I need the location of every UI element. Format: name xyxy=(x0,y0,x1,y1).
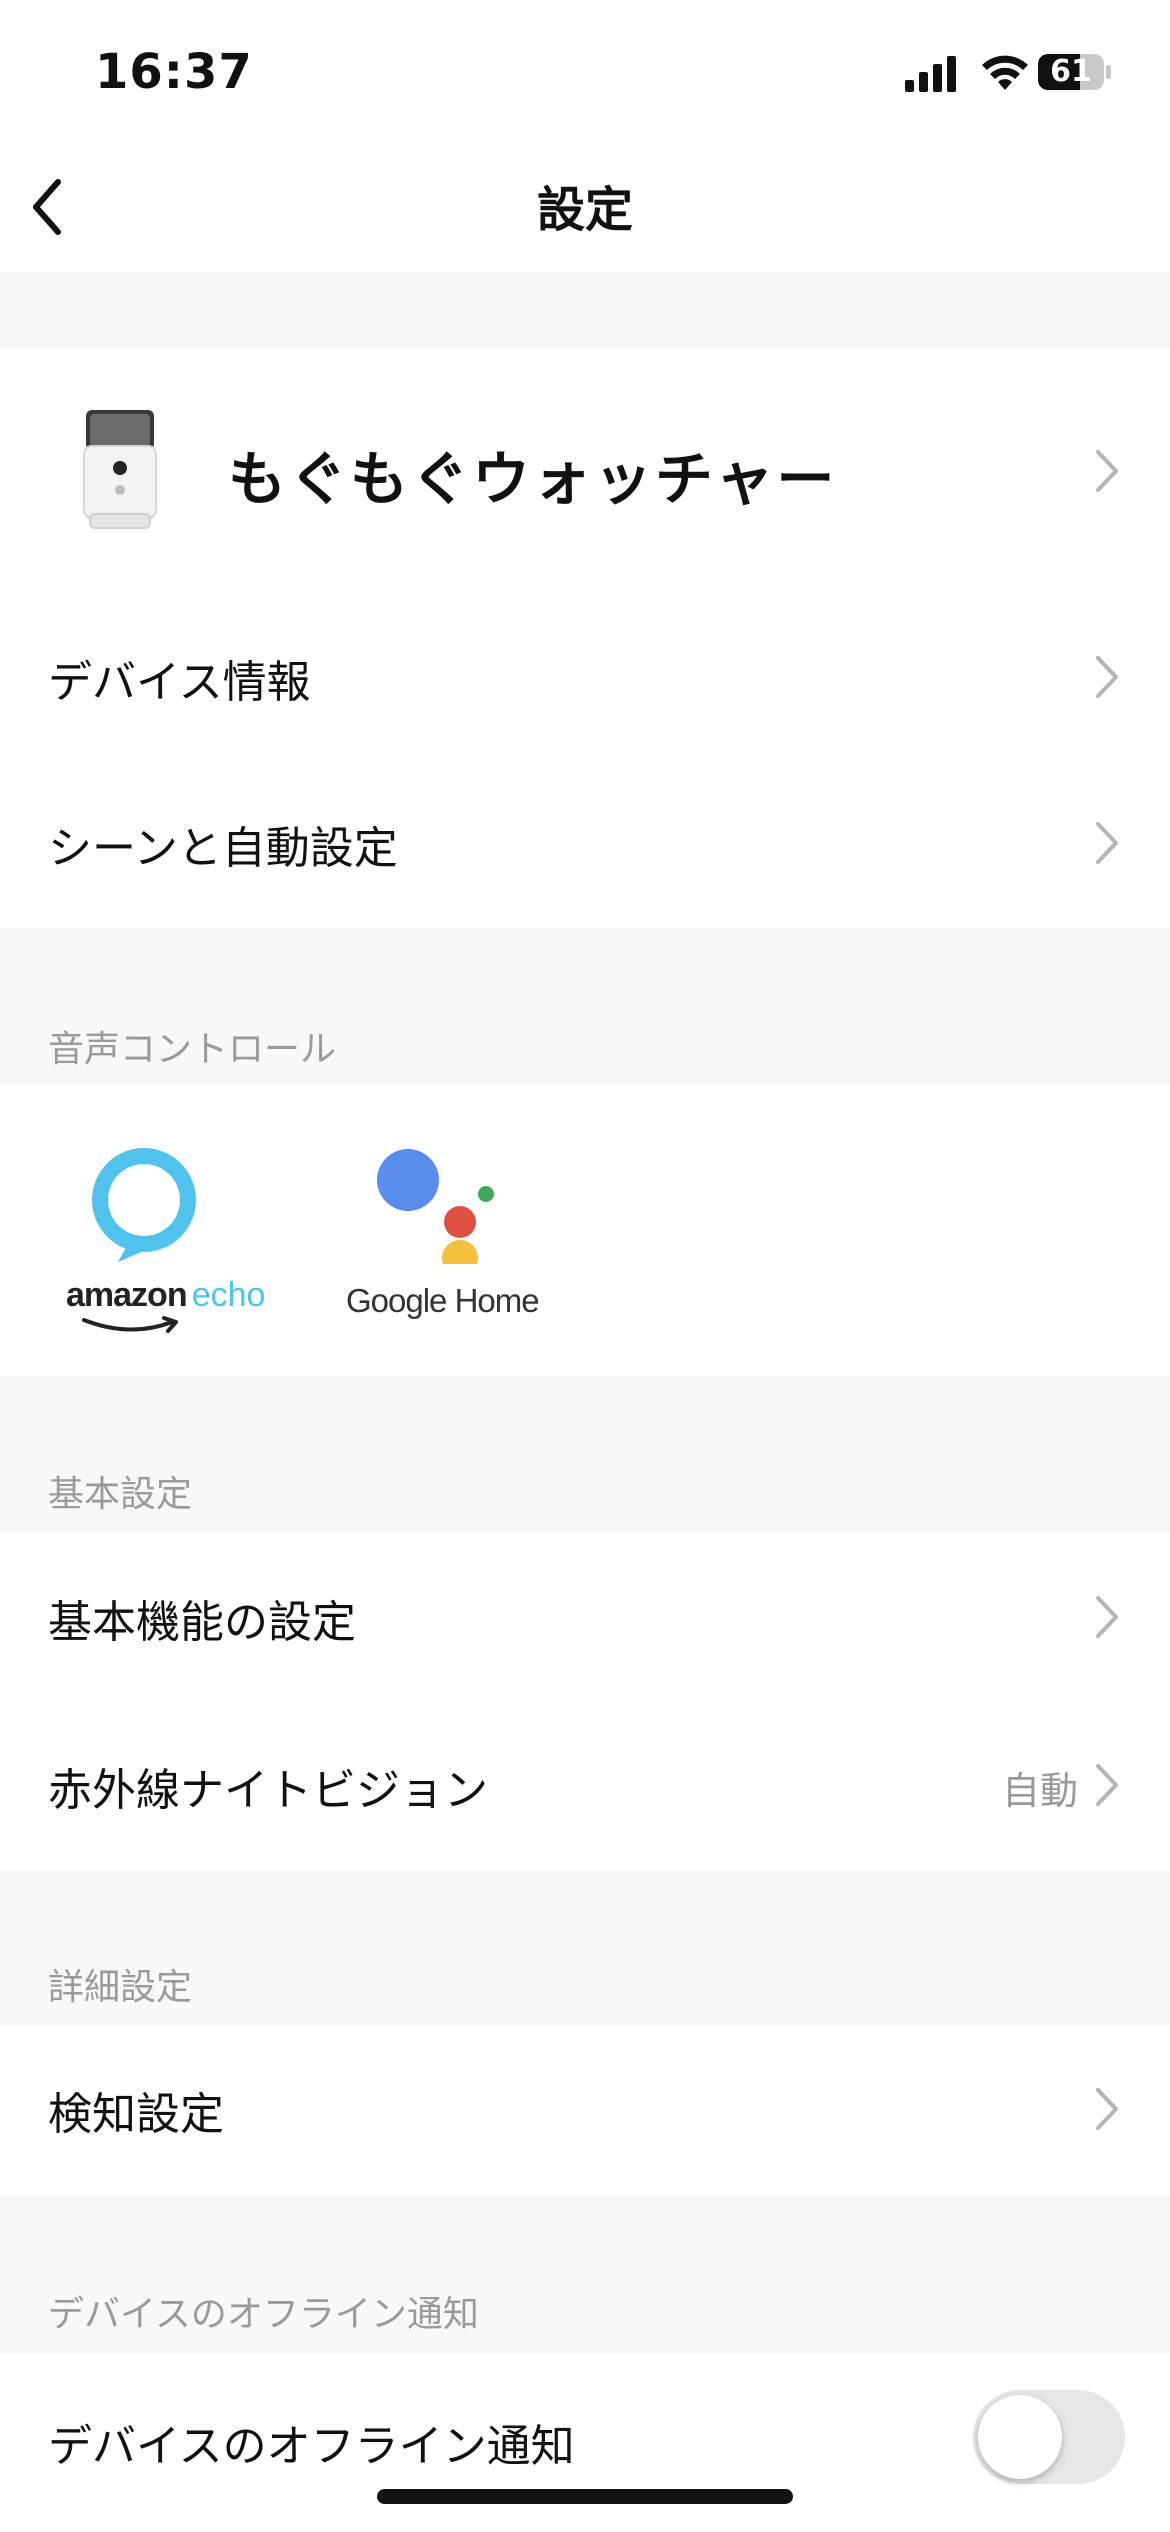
chevron-right-icon xyxy=(1096,1764,1118,1806)
chevron-right-icon xyxy=(1096,1596,1118,1638)
offline-notification-heading: デバイスのオフライン通知 xyxy=(48,2294,479,2335)
battery-icon: 61 xyxy=(1038,52,1112,92)
offline-notification-label: デバイスのオフライン通知 xyxy=(48,2421,575,2472)
alexa-ring-icon xyxy=(92,1148,196,1262)
wifi-icon xyxy=(982,55,1028,90)
device-info-label: デバイス情報 xyxy=(48,657,311,708)
basic-function-label: 基本機能の設定 xyxy=(48,1597,356,1648)
device-row[interactable]: もぐもぐウォッチャー xyxy=(0,350,1170,594)
basic-function-row[interactable]: 基本機能の設定 xyxy=(0,1534,1170,1700)
device-name: もぐもぐウォッチャー xyxy=(228,445,838,513)
amazon-word: amazon xyxy=(66,1276,188,1314)
night-vision-label: 赤外線ナイトビジョン xyxy=(48,1765,488,1816)
night-vision-row[interactable]: 赤外線ナイトビジョン 自動 xyxy=(0,1700,1170,1870)
chevron-right-icon xyxy=(1096,656,1118,698)
amazon-smile-icon xyxy=(82,1316,178,1333)
battery-level: 61 xyxy=(1050,54,1092,89)
scene-automation-label: シーンと自動設定 xyxy=(48,823,398,874)
google-home-button[interactable]: Google Home xyxy=(330,1110,560,1350)
cellular-signal-icon xyxy=(905,56,956,92)
detection-settings-label: 検知設定 xyxy=(48,2089,224,2140)
chevron-right-icon xyxy=(1096,450,1118,492)
chevron-right-icon xyxy=(1096,822,1118,864)
google-home-label: Google Home xyxy=(346,1282,540,1319)
toggle-knob xyxy=(978,2395,1062,2479)
scene-automation-row[interactable]: シーンと自動設定 xyxy=(0,760,1170,928)
status-time: 16:37 xyxy=(95,44,253,100)
offline-notification-toggle[interactable] xyxy=(973,2390,1125,2484)
echo-word: echo xyxy=(191,1276,266,1314)
amazon-echo-logo-text: amazon echo xyxy=(66,1276,265,1315)
advanced-settings-heading: 詳細設定 xyxy=(48,1967,193,2008)
amazon-echo-button[interactable]: amazon echo xyxy=(40,1110,270,1350)
voice-control-heading: 音声コントロール xyxy=(48,1029,337,1070)
home-indicator xyxy=(377,2489,793,2504)
device-info-row[interactable]: デバイス情報 xyxy=(0,594,1170,760)
pet-feeder-image xyxy=(83,410,157,529)
chevron-right-icon xyxy=(1096,2088,1118,2130)
page-title: 設定 xyxy=(536,182,633,238)
basic-settings-heading: 基本設定 xyxy=(48,1474,193,1515)
detection-settings-row[interactable]: 検知設定 xyxy=(0,2026,1170,2194)
google-assistant-icon xyxy=(377,1149,494,1264)
night-vision-value: 自動 xyxy=(1001,1769,1078,1813)
